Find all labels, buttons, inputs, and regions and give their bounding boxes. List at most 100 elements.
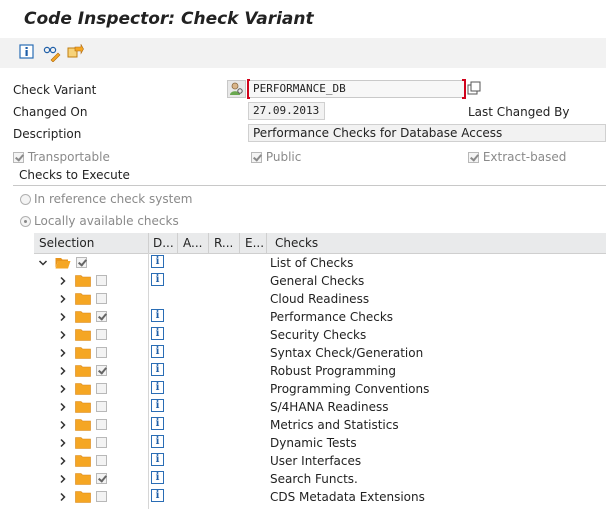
tree-row[interactable]: i Dynamic Tests — [34, 434, 606, 452]
page-title: Code Inspector: Check Variant — [24, 9, 314, 29]
folder-icon — [75, 400, 91, 413]
info-icon[interactable]: i — [151, 453, 164, 466]
tree-row[interactable]: i Programming Conventions — [34, 380, 606, 398]
selection-checkbox[interactable] — [96, 473, 107, 484]
selection-checkbox[interactable] — [96, 311, 107, 322]
transport-icon[interactable] — [66, 44, 84, 62]
chevron-right-icon[interactable] — [58, 347, 68, 358]
selection-checkbox[interactable] — [96, 491, 107, 502]
col-e[interactable]: E... — [245, 236, 264, 250]
col-a[interactable]: A... — [183, 236, 202, 250]
folder-icon — [75, 472, 91, 485]
glasses-icon[interactable] — [43, 44, 61, 62]
folder-icon — [75, 274, 91, 287]
chevron-right-icon[interactable] — [58, 311, 68, 322]
check-label: CDS Metadata Extensions — [270, 490, 425, 504]
extract-based-checkbox[interactable]: Extract-based — [468, 150, 566, 164]
check-variant-field[interactable]: PERFORMANCE_DB — [248, 80, 466, 98]
required-marker-right — [462, 79, 466, 99]
info-icon[interactable]: i — [151, 381, 164, 394]
chevron-right-icon[interactable] — [58, 365, 68, 376]
title-bar: Code Inspector: Check Variant — [0, 0, 606, 36]
public-checkbox[interactable]: Public — [251, 150, 301, 164]
folder-open-icon — [55, 256, 71, 269]
tree-root-row[interactable]: i List of Checks — [34, 254, 606, 272]
selection-checkbox[interactable] — [96, 455, 107, 466]
chevron-right-icon[interactable] — [58, 473, 68, 484]
chevron-right-icon[interactable] — [58, 437, 68, 448]
check-label: S/4HANA Readiness — [270, 400, 389, 414]
info-icon[interactable]: i — [151, 345, 164, 358]
info-icon[interactable]: i — [151, 255, 164, 268]
info-icon[interactable]: i — [151, 309, 164, 322]
check-label: User Interfaces — [270, 454, 362, 468]
check-variant-label: Check Variant — [13, 83, 97, 97]
info-icon[interactable]: i — [151, 435, 164, 448]
tree-row[interactable]: i Search Functs. — [34, 470, 606, 488]
tree-row[interactable]: i Syntax Check/Generation — [34, 344, 606, 362]
info-icon[interactable]: i — [151, 363, 164, 376]
info-icon[interactable]: i — [151, 489, 164, 502]
radio-local-checks[interactable]: Locally available checks — [20, 214, 179, 234]
extract-based-check-icon — [468, 152, 479, 163]
info-icon[interactable]: i — [151, 471, 164, 484]
col-selection[interactable]: Selection — [39, 236, 94, 250]
col-checks[interactable]: Checks — [275, 236, 318, 250]
tree-row[interactable]: i Security Checks — [34, 326, 606, 344]
grid-header: Selection D... A... R... E... Checks — [34, 233, 606, 254]
radio-off-icon — [20, 194, 31, 205]
changed-on-row: Changed On 27.09.2013 Last Changed By — [0, 101, 606, 123]
chevron-right-icon[interactable] — [58, 275, 68, 286]
chevron-right-icon[interactable] — [58, 491, 68, 502]
chevron-right-icon[interactable] — [58, 401, 68, 412]
info-icon[interactable]: i — [151, 399, 164, 412]
info-icon[interactable] — [19, 44, 37, 62]
info-icon[interactable]: i — [151, 417, 164, 430]
toolbar — [0, 38, 606, 68]
tree-row[interactable]: i S/4HANA Readiness — [34, 398, 606, 416]
selection-checkbox[interactable] — [96, 293, 107, 304]
folder-icon — [75, 454, 91, 467]
chevron-right-icon[interactable] — [58, 419, 68, 430]
col-d[interactable]: D... — [153, 236, 174, 250]
tree-row[interactable]: i Performance Checks — [34, 308, 606, 326]
copy-icon[interactable] — [467, 81, 482, 96]
folder-icon — [75, 436, 91, 449]
description-field[interactable]: Performance Checks for Database Access — [248, 124, 606, 142]
folder-icon — [75, 418, 91, 431]
info-icon[interactable]: i — [151, 273, 164, 286]
chevron-right-icon[interactable] — [58, 383, 68, 394]
selection-checkbox[interactable] — [96, 401, 107, 412]
col-r[interactable]: R... — [214, 236, 233, 250]
checks-tree-grid: Selection D... A... R... E... Checks i Li… — [34, 233, 606, 509]
public-check-icon — [251, 152, 262, 163]
selection-checkbox[interactable] — [96, 383, 107, 394]
user-lookup-icon[interactable] — [227, 80, 246, 98]
selection-checkbox[interactable] — [96, 365, 107, 376]
tree-row[interactable]: Cloud Readiness — [34, 290, 606, 308]
selection-checkbox[interactable] — [96, 437, 107, 448]
tree-row[interactable]: i User Interfaces — [34, 452, 606, 470]
info-icon[interactable]: i — [151, 327, 164, 340]
tree-row[interactable]: i General Checks — [34, 272, 606, 290]
changed-on-label: Changed On — [13, 105, 88, 119]
selection-checkbox[interactable] — [96, 347, 107, 358]
chevron-down-icon[interactable] — [38, 257, 48, 267]
folder-icon — [75, 310, 91, 323]
tree-row[interactable]: i Robust Programming — [34, 362, 606, 380]
radio-reference-system[interactable]: In reference check system — [20, 192, 192, 212]
selection-checkbox[interactable] — [96, 329, 107, 340]
chevron-right-icon[interactable] — [58, 455, 68, 466]
tree-row[interactable]: i Metrics and Statistics — [34, 416, 606, 434]
check-label: Programming Conventions — [270, 382, 430, 396]
selection-checkbox[interactable] — [96, 419, 107, 430]
folder-icon — [75, 292, 91, 305]
check-label: List of Checks — [270, 256, 354, 270]
chevron-right-icon[interactable] — [58, 293, 68, 304]
selection-checkbox[interactable] — [96, 275, 107, 286]
selection-checkbox[interactable] — [76, 257, 87, 268]
tree-row[interactable]: i CDS Metadata Extensions — [34, 488, 606, 506]
transportable-checkbox[interactable]: Transportable — [13, 150, 110, 164]
check-label: Syntax Check/Generation — [270, 346, 424, 360]
chevron-right-icon[interactable] — [58, 329, 68, 340]
